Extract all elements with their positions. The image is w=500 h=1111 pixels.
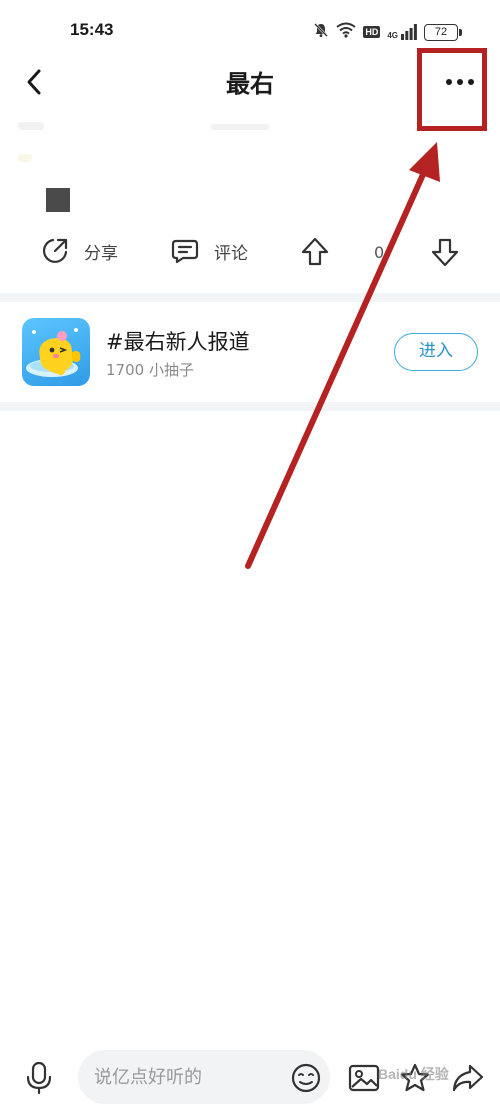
downvote-button[interactable] <box>429 236 461 268</box>
forward-button[interactable] <box>448 1060 488 1096</box>
voice-input-button[interactable] <box>22 1059 56 1097</box>
topic-row[interactable]: #最右新人报道 1700 小抽子 进入 <box>0 302 500 402</box>
emoji-face-icon <box>291 1063 321 1093</box>
section-divider <box>0 402 500 411</box>
signal-icon: 4G <box>387 24 417 40</box>
watermark: Baidu 经验 <box>378 1066 449 1082</box>
status-icons: HD 4G 72 <box>313 22 462 42</box>
share-icon <box>43 238 68 263</box>
faint-text-line <box>18 122 44 130</box>
topic-member-count: 1700 小抽子 <box>106 361 194 379</box>
post-action-bar: 分享 评论 0 <box>0 228 500 276</box>
section-divider <box>0 293 500 302</box>
faint-text-line <box>210 124 270 130</box>
topic-avatar <box>22 318 90 386</box>
upvote-arrow-icon <box>301 237 329 266</box>
hd-badge: HD <box>363 26 381 38</box>
status-time: 15:43 <box>70 20 114 39</box>
upvote-button[interactable] <box>299 236 331 268</box>
vote-count: 0 <box>374 243 385 262</box>
faint-text-line <box>18 154 32 162</box>
image-upload-button[interactable] <box>346 1060 382 1096</box>
comment-label: 评论 <box>214 243 248 264</box>
wifi-icon <box>336 22 356 42</box>
comment-icon <box>171 239 199 264</box>
post-image-thumbnail[interactable] <box>46 188 70 212</box>
downvote-arrow-icon <box>431 238 459 267</box>
emoji-button[interactable] <box>288 1060 324 1096</box>
forward-arrow-icon <box>452 1064 484 1092</box>
share-action[interactable]: 分享 <box>40 236 118 266</box>
post-content <box>0 112 500 222</box>
enter-topic-button[interactable]: 进入 <box>394 333 478 371</box>
comment-action[interactable]: 评论 <box>170 236 248 266</box>
network-type: 4G <box>387 31 398 40</box>
battery-indicator: 72 <box>424 23 462 41</box>
microphone-icon <box>26 1061 52 1095</box>
mute-bell-icon <box>313 22 329 42</box>
topic-title: #最右新人报道 <box>106 330 250 354</box>
image-icon <box>348 1064 380 1092</box>
topic-mascot-icon <box>26 328 81 377</box>
share-label: 分享 <box>84 243 118 264</box>
